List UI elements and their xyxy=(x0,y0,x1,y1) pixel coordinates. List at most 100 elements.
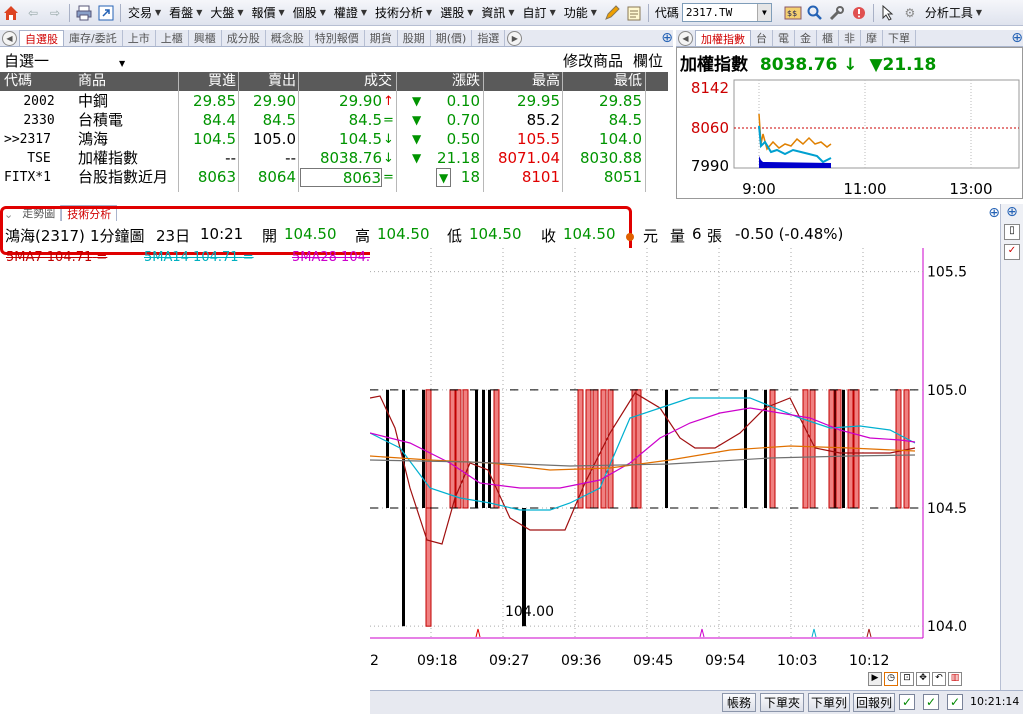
index-title: 加權指數 xyxy=(680,55,748,75)
tab-quote-9[interactable]: 股期 xyxy=(398,30,431,46)
x-tick-label: 09:54 xyxy=(705,653,745,669)
zoom-icon[interactable]: ⊕ xyxy=(1011,30,1023,46)
ma-legend-item: 5MA7 104.71 = xyxy=(6,250,107,265)
menu-4[interactable]: 個股 ▼ xyxy=(289,2,330,24)
menu-2[interactable]: 大盤 ▼ xyxy=(206,2,247,24)
cell-low: 8051 xyxy=(603,168,642,186)
menu-label: 交易 xyxy=(128,6,153,20)
x-tick-label: 09:36 xyxy=(561,653,601,669)
candle-red xyxy=(835,389,842,509)
tab-index-2[interactable]: 電 xyxy=(773,30,795,46)
tab-quote-7[interactable]: 特別報價 xyxy=(310,30,365,46)
tab-quote-1[interactable]: 庫存/委託 xyxy=(64,30,123,46)
cell-code: 2330 xyxy=(23,113,55,128)
tools-icon[interactable] xyxy=(826,2,848,24)
home-icon[interactable] xyxy=(0,2,22,24)
table-row[interactable]: 2330 台積電 84.4 84.5 84.5 = ▼ 0.70 85.2 84.5 xyxy=(0,111,668,130)
chevron-down-icon: ▼ xyxy=(319,8,326,17)
report-bar-button[interactable]: 回報列 xyxy=(853,693,895,712)
undo-icon[interactable]: ↶ xyxy=(932,672,946,686)
tab-index-6[interactable]: 摩 xyxy=(861,30,883,46)
tab-index-5[interactable]: 非 xyxy=(839,30,861,46)
zoom-icon[interactable]: ⊕ xyxy=(661,30,673,46)
x-tick-label: 09:45 xyxy=(633,653,673,669)
tab-index-4[interactable]: 櫃 xyxy=(817,30,839,46)
table-row[interactable]: TSE 加權指數 -- -- 8038.76 ↓ ▼ 21.18 8071.04 8030.88 xyxy=(0,149,668,168)
menu-9[interactable]: 自訂 ▼ xyxy=(519,2,560,24)
tab-index-3[interactable]: 金 xyxy=(795,30,817,46)
external-window-icon[interactable] xyxy=(95,2,117,24)
index-x-tick: 13:00 xyxy=(949,180,992,198)
back-icon[interactable]: ⇦ xyxy=(22,2,44,24)
candle-red xyxy=(809,389,816,509)
print-icon[interactable] xyxy=(73,2,95,24)
forward-icon[interactable]: ⇨ xyxy=(44,2,66,24)
code-input[interactable]: 2317.TW ▼ xyxy=(681,3,772,22)
tab-quote-6[interactable]: 概念股 xyxy=(266,30,310,46)
menu-10[interactable]: 功能 ▼ xyxy=(560,2,601,24)
search-icon[interactable] xyxy=(804,2,826,24)
scroll-left-icon[interactable]: ◀ xyxy=(2,31,17,46)
checkbox-3[interactable]: ✓ xyxy=(947,694,963,710)
analysis-tools-menu[interactable]: 分析工具 ▼ xyxy=(921,2,986,24)
columns-button[interactable]: 欄位 xyxy=(633,50,663,71)
tab-index-7[interactable]: 下單 xyxy=(883,30,916,46)
clock-icon[interactable]: ◷ xyxy=(884,672,898,686)
tab-quote-2[interactable]: 上市 xyxy=(123,30,156,46)
settings-icon[interactable]: ⚙ xyxy=(899,2,921,24)
zoom-icon[interactable]: ⊕ xyxy=(1001,204,1023,220)
tab-quote-3[interactable]: 上櫃 xyxy=(156,30,189,46)
cell-change: 0.50 xyxy=(446,130,480,148)
menu-7[interactable]: 選股 ▼ xyxy=(436,2,477,24)
watchlist-name[interactable]: 自選一 ▼ xyxy=(4,50,125,71)
notepad-icon[interactable] xyxy=(623,2,645,24)
menu-label: 大盤 xyxy=(210,6,235,20)
alert-icon[interactable] xyxy=(848,2,870,24)
chevron-down-icon[interactable]: ▼ xyxy=(756,4,771,21)
zoom-icon[interactable]: ⊕ xyxy=(988,205,1000,221)
cell-change: 21.18 xyxy=(437,149,480,167)
zoom-fit-icon[interactable]: ⊡ xyxy=(900,672,914,686)
checkbox-2[interactable]: ✓ xyxy=(923,694,939,710)
scroll-right-icon[interactable]: ▶ xyxy=(868,672,882,686)
tab-index-0[interactable]: 加權指數 xyxy=(695,30,751,46)
index-change: ▼21.18 xyxy=(869,55,937,75)
menu-0[interactable]: 交易 ▼ xyxy=(124,2,165,24)
order-bar-button[interactable]: 下單列 xyxy=(808,693,850,712)
volume-unit: 張 xyxy=(707,227,723,245)
menu-6[interactable]: 技術分析 ▼ xyxy=(371,2,436,24)
scroll-right-icon[interactable]: ▶ xyxy=(507,31,523,46)
order-folder-button[interactable]: 下單夾 xyxy=(760,693,804,712)
table-row[interactable]: 2002 中鋼 29.85 29.90 29.90 ↑ ▼ 0.10 29.95 29.85 xyxy=(0,92,668,111)
tab-quote-10[interactable]: 期(價) xyxy=(431,30,473,46)
x-tick-label: 10:12 xyxy=(849,653,889,669)
quote-icon[interactable]: $$ xyxy=(782,2,804,24)
modify-items-button[interactable]: 修改商品 xyxy=(563,50,623,71)
side-button[interactable]: ▯ xyxy=(1004,224,1020,240)
menu-1[interactable]: 看盤 ▼ xyxy=(165,2,206,24)
tab-quote-11[interactable]: 指選 xyxy=(472,30,506,46)
menu-8[interactable]: 資訊 ▼ xyxy=(477,2,518,24)
menu-3[interactable]: 報價 ▼ xyxy=(248,2,289,24)
tab-index-1[interactable]: 台 xyxy=(751,30,773,46)
account-button[interactable]: 帳務 xyxy=(722,693,756,712)
expand-icon[interactable]: ✥ xyxy=(916,672,930,686)
cell-bid: 29.85 xyxy=(193,92,236,110)
checkbox-1[interactable]: ✓ xyxy=(899,694,915,710)
cell-low: 104.0 xyxy=(599,130,642,148)
tab-quote-5[interactable]: 成分股 xyxy=(222,30,266,46)
tab-quote-0[interactable]: 自選股 xyxy=(19,30,64,46)
pencil-icon[interactable] xyxy=(601,2,623,24)
cursor-icon[interactable] xyxy=(877,2,899,24)
tab-quote-8[interactable]: 期貨 xyxy=(365,30,398,46)
ma-label: 5MA14 104.71 xyxy=(144,250,239,265)
chart-type-icon[interactable]: ▥ xyxy=(948,672,962,686)
table-row[interactable]: FITX*1 台股指數近月 8063 8064 8063 = ▼ 18 8101 8051 xyxy=(0,168,668,187)
tab-quote-4[interactable]: 興櫃 xyxy=(189,30,222,46)
scroll-left-icon[interactable]: ◀ xyxy=(678,31,693,46)
last-mark-icon: ↓ xyxy=(383,151,394,166)
side-check-button[interactable]: ✓ xyxy=(1004,244,1020,260)
table-row[interactable]: >>2317 鴻海 104.5 105.0 104.5 ↓ ▼ 0.50 105.5 104.0 xyxy=(0,130,668,149)
candle-red xyxy=(635,389,642,509)
menu-5[interactable]: 權證 ▼ xyxy=(330,2,371,24)
